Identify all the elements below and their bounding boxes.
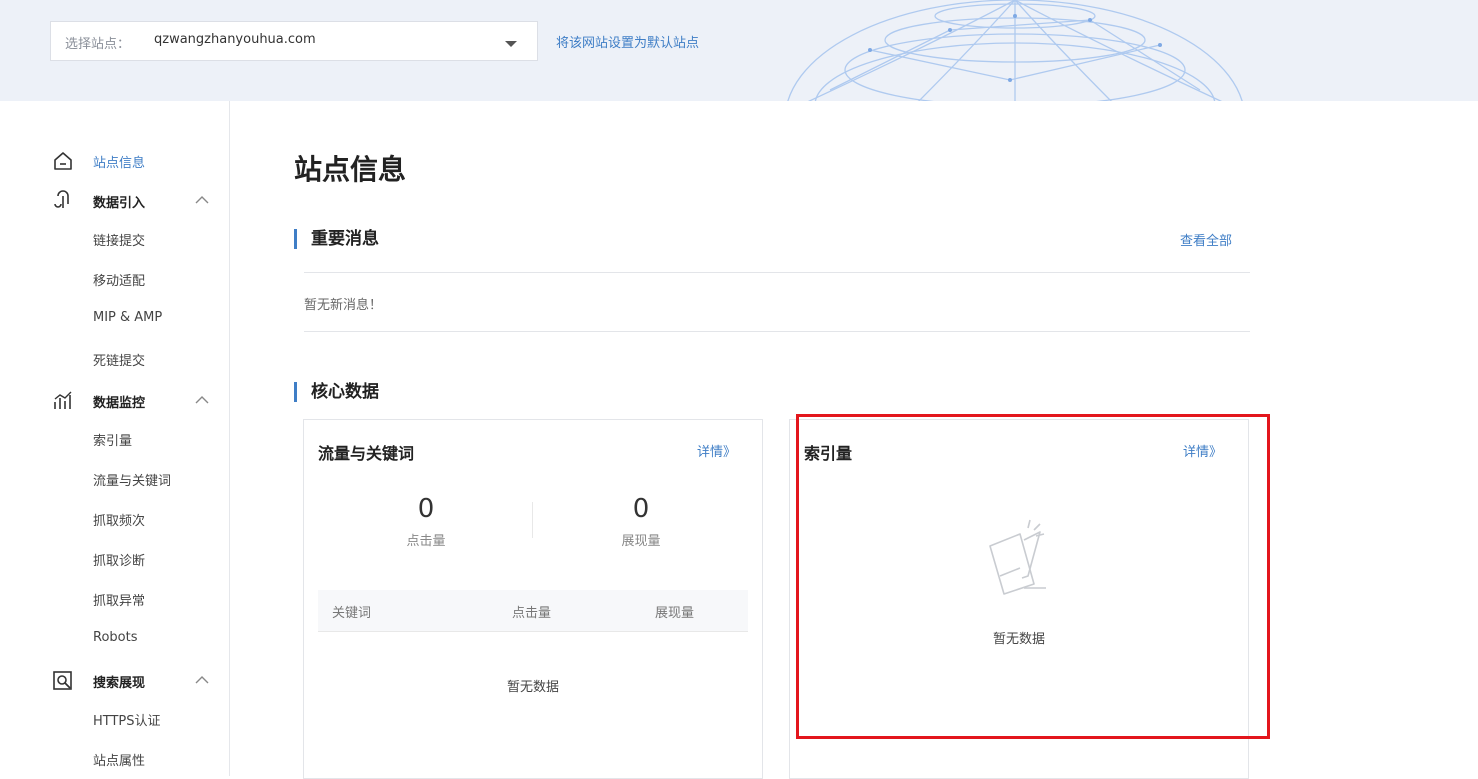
sidebar-group-label: 数据监控 — [93, 396, 146, 411]
sidebar-group-label: 数据引入 — [93, 196, 146, 211]
sidebar-item-index[interactable]: 索引量 — [93, 430, 132, 449]
details-link[interactable]: 详情》 — [697, 441, 736, 460]
caret-down-icon[interactable] — [505, 41, 517, 47]
chevron-up-icon[interactable] — [195, 193, 209, 207]
impressions-value: 0 — [632, 494, 650, 524]
sidebar-item-https[interactable]: HTTPS认证 — [93, 710, 161, 729]
sidebar-item-label: 站点信息 — [93, 156, 146, 171]
column-header-keyword[interactable]: 关键词 — [332, 602, 371, 621]
sidebar-item-crawl-frequency[interactable]: 抓取频次 — [93, 510, 145, 529]
sidebar-group-label: 搜索展现 — [93, 676, 146, 691]
page-title: 站点信息 — [294, 153, 407, 186]
sidebar-item-robots[interactable]: Robots — [93, 630, 137, 645]
section-heading-messages: 重要消息 — [294, 229, 379, 249]
home-icon — [54, 152, 72, 170]
search-display-icon — [53, 671, 72, 690]
sidebar-item-traffic-keywords[interactable]: 流量与关键词 — [93, 470, 171, 489]
sidebar-item-site-info[interactable]: 站点信息 — [0, 148, 229, 174]
sidebar-item-crawl-errors[interactable]: 抓取异常 — [93, 590, 145, 609]
data-import-icon — [54, 190, 69, 208]
metric-divider — [532, 502, 533, 538]
empty-table-text: 暂无数据 — [506, 680, 559, 695]
impressions-metric: 0 展现量 — [581, 494, 701, 549]
view-all-link[interactable]: 查看全部 — [1180, 230, 1232, 249]
set-default-site-link[interactable]: 将该网站设置为默认站点 — [556, 32, 699, 51]
sidebar-group-data-import[interactable]: 数据引入 — [0, 188, 229, 214]
site-selector[interactable]: 选择站点： qzwangzhanyouhua.com — [50, 21, 538, 61]
clicks-label: 点击量 — [406, 534, 446, 549]
chevron-up-icon[interactable] — [195, 393, 209, 407]
column-header-impressions[interactable]: 展现量 — [655, 602, 694, 621]
impressions-label: 展现量 — [621, 534, 661, 549]
sidebar-item-site-attributes[interactable]: 站点属性 — [93, 750, 145, 769]
sidebar-group-data-monitor[interactable]: 数据监控 — [0, 388, 229, 414]
clicks-metric: 0 点击量 — [366, 494, 486, 549]
chart-icon — [54, 391, 72, 409]
empty-messages-text: 暂无新消息！ — [304, 298, 383, 313]
sidebar-group-search-display[interactable]: 搜索展现 — [0, 668, 229, 694]
site-selector-label: 选择站点： — [65, 37, 131, 52]
section-heading-core-data: 核心数据 — [294, 382, 379, 402]
card-title: 流量与关键词 — [318, 444, 415, 463]
column-header-clicks[interactable]: 点击量 — [512, 602, 551, 621]
top-header: 选择站点： qzwangzhanyouhua.com 将该网站设置为默认站点 — [0, 0, 1478, 101]
keywords-table-header: 关键词 点击量 展现量 — [318, 590, 748, 632]
globe-decoration — [787, 0, 1243, 101]
traffic-keywords-card: 流量与关键词 详情》 0 点击量 0 展现量 关键词 点击量 展现量 暂无数据 — [303, 419, 763, 779]
sidebar-item-crawl-diagnosis[interactable]: 抓取诊断 — [93, 550, 145, 569]
chevron-up-icon[interactable] — [195, 673, 209, 687]
clicks-value: 0 — [417, 494, 435, 524]
divider — [304, 272, 1250, 273]
site-selector-value: qzwangzhanyouhua.com — [154, 32, 316, 47]
highlight-box — [796, 414, 1270, 739]
sidebar: 站点信息 数据引入 链接提交 移动适配 MIP & AMP 死链提交 数据监控 … — [0, 101, 230, 776]
sidebar-item-link-submit[interactable]: 链接提交 — [93, 230, 145, 249]
sidebar-item-mip-amp[interactable]: MIP & AMP — [93, 310, 162, 325]
divider — [304, 331, 1250, 332]
sidebar-item-dead-link[interactable]: 死链提交 — [93, 350, 145, 369]
sidebar-item-mobile-adapt[interactable]: 移动适配 — [93, 270, 145, 289]
